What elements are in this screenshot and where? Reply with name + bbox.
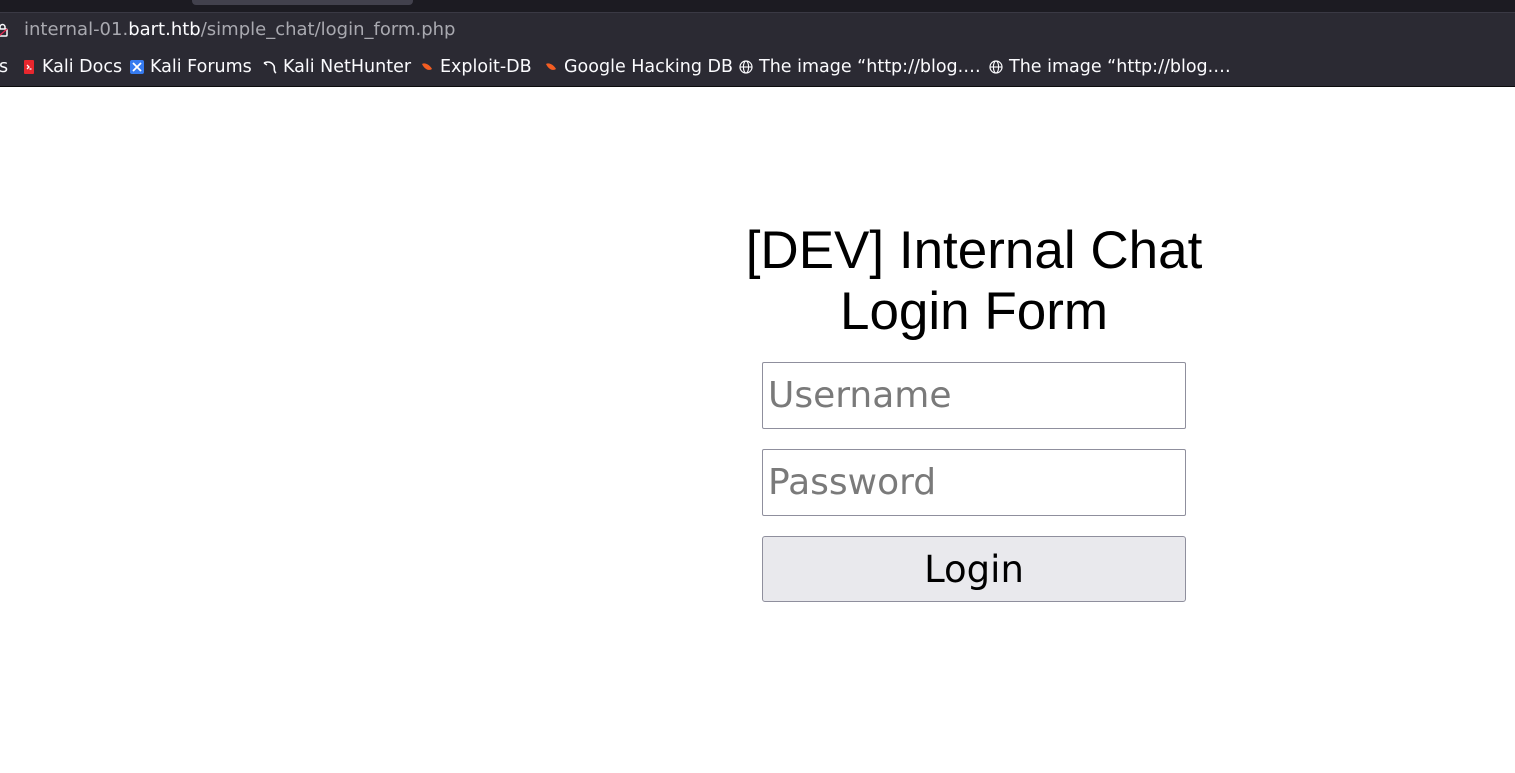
kali-docs-icon [24,60,34,74]
bookmark-blog-image-2[interactable]: The image “http://blog.… [989,56,1231,78]
url-path: /simple_chat/login_form.php [200,19,456,40]
bookmark-kali-forums[interactable]: Kali Forums [130,56,252,78]
exploit-db-icon [422,63,432,70]
url-host: bart.htb [128,19,201,40]
tab-strip [0,0,1515,12]
bookmark-truncated[interactable]: s [0,56,8,78]
bookmarks-toolbar: s Kali Docs Kali Forums Kali NetHunter E… [0,46,1515,87]
address-bar[interactable]: internal-01.bart.htb/simple_chat/login_f… [0,12,1515,46]
url-text[interactable]: internal-01.bart.htb/simple_chat/login_f… [24,19,455,41]
bookmark-label: Kali Forums [150,57,252,77]
password-input[interactable] [762,449,1186,516]
kali-dragon-icon [263,61,277,74]
bookmark-label: Kali NetHunter [283,57,412,77]
bookmark-kali-nethunter[interactable]: Kali NetHunter [263,56,411,78]
globe-icon [739,60,753,74]
page-title: [DEV] Internal Chat Login Form [674,220,1274,342]
page-content: [DEV] Internal Chat Login Form Login [0,87,1515,773]
login-button[interactable]: Login [762,536,1186,602]
bookmark-blog-image-1[interactable]: The image “http://blog.… [739,56,981,78]
kali-forums-icon [130,60,144,74]
bookmark-label: s [0,57,9,77]
bookmark-kali-docs[interactable]: Kali Docs [22,56,122,78]
bookmark-label: Google Hacking DB [564,57,734,77]
ghdb-icon [546,63,556,70]
active-tab[interactable] [192,0,413,5]
url-prefix: internal-01. [24,19,129,40]
globe-icon [989,60,1003,74]
bookmark-label: The image “http://blog.… [759,57,981,77]
bookmark-label: The image “http://blog.… [1009,57,1231,77]
bookmark-label: Kali Docs [42,57,123,77]
bookmark-exploit-db[interactable]: Exploit-DB [420,56,532,78]
lock-icon [0,23,8,37]
username-input[interactable] [762,362,1186,429]
title-line-2: Login Form [839,282,1109,341]
title-line-1: [DEV] Internal Chat [745,221,1203,280]
bookmark-label: Exploit-DB [440,57,532,77]
bookmark-google-hacking-db[interactable]: Google Hacking DB [544,56,733,78]
